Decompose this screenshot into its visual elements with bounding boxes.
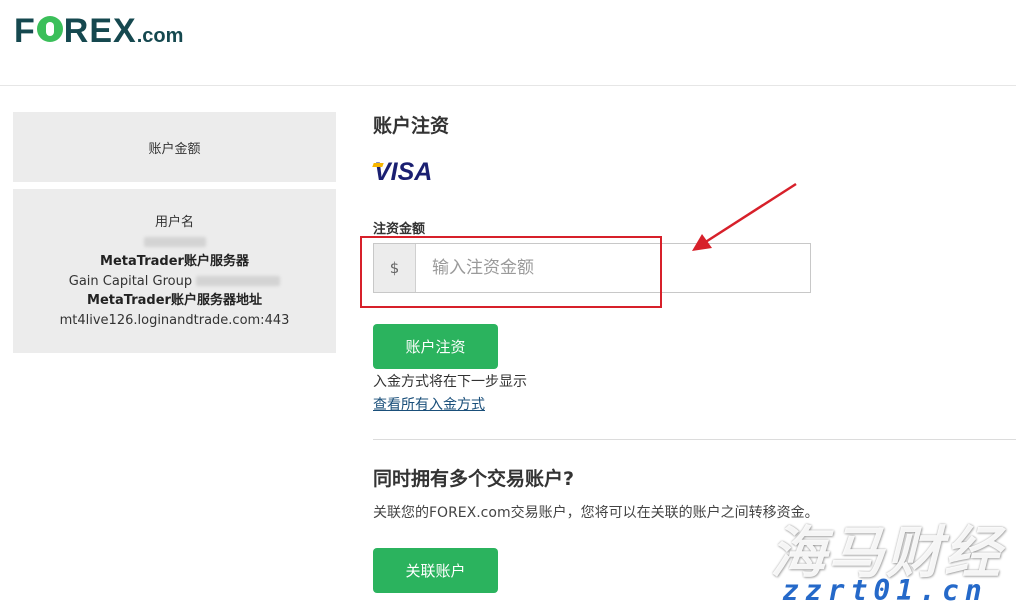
view-all-methods-link[interactable]: 查看所有入金方式	[373, 394, 485, 414]
forex-logo[interactable]: F REX .com	[14, 12, 183, 51]
logo-o-icon	[36, 16, 63, 42]
visa-logo: VISA	[374, 158, 433, 186]
server-label: MetaTrader账户服务器	[100, 254, 249, 269]
account-balance-label: 账户金额	[148, 142, 201, 157]
logo-prefix: F	[14, 12, 36, 50]
multi-account-title: 同时拥有多个交易账户?	[373, 468, 575, 490]
username-label: 用户名	[154, 215, 194, 230]
account-balance-panel: 账户金额	[13, 112, 336, 182]
logo-domain: .com	[136, 25, 184, 47]
watermark-url: zzrt01.cn	[782, 574, 988, 607]
server-address-value: mt4live126.loginandtrade.com:443	[59, 312, 290, 328]
account-details-panel: 用户名 MetaTrader账户服务器 Gain Capital Group M…	[13, 189, 336, 353]
server-value-prefix: Gain Capital Group	[68, 273, 193, 289]
page-title: 账户注资	[373, 115, 450, 137]
logo-suffix: REX	[63, 12, 137, 50]
username-value-redacted	[13, 233, 336, 253]
site-header: F REX .com	[0, 0, 1016, 86]
annotation-arrow-icon	[692, 182, 797, 251]
server-address-label: MetaTrader账户服务器地址	[87, 293, 262, 308]
link-account-button[interactable]: 关联账户	[373, 548, 498, 593]
amount-label: 注资金额	[373, 222, 426, 237]
section-divider	[373, 439, 1016, 440]
annotation-highlight-box	[360, 236, 662, 308]
server-value: Gain Capital Group	[13, 272, 336, 292]
payment-method-note: 入金方式将在下一步显示	[373, 374, 527, 390]
deposit-button[interactable]: 账户注资	[373, 324, 498, 369]
multi-account-description: 关联您的FOREX.com交易账户，您将可以在关联的账户之间转移资金。	[373, 505, 819, 521]
